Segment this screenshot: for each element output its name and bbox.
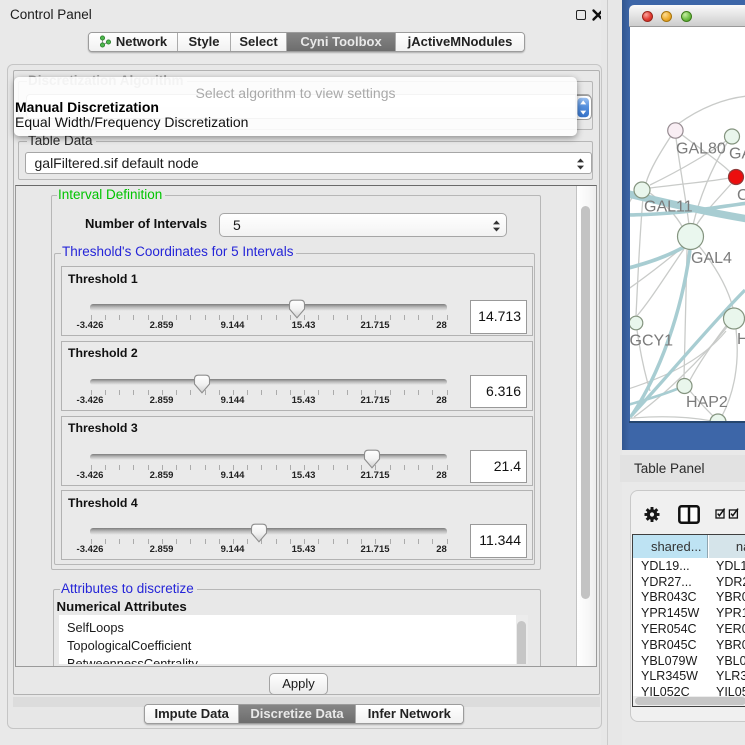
svg-text:CY: CY [737, 187, 745, 204]
svg-text:HAP2: HAP2 [686, 394, 728, 411]
svg-text:GAL80: GAL80 [676, 140, 726, 157]
svg-text:H: H [737, 331, 745, 348]
svg-text:GAL11: GAL11 [644, 198, 693, 215]
svg-text:GCY1: GCY1 [630, 332, 673, 349]
svg-text:GA: GA [729, 145, 745, 162]
svg-text:GAL4: GAL4 [691, 250, 732, 267]
